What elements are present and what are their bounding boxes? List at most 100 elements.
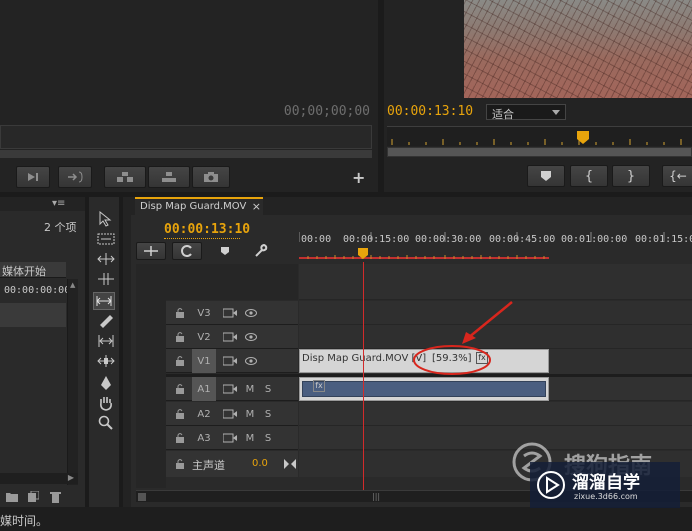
- mute-button[interactable]: M: [242, 402, 258, 426]
- playhead-handle-icon[interactable]: [358, 248, 368, 260]
- track-target-a2[interactable]: A2: [192, 402, 216, 426]
- insert-button[interactable]: [58, 166, 92, 188]
- zoom-tool-icon[interactable]: [98, 415, 114, 431]
- audio-fx-badge[interactable]: fx: [313, 380, 325, 392]
- mute-button[interactable]: M: [242, 426, 258, 450]
- rate-stretch-tool-icon: [96, 296, 112, 306]
- out-point-button[interactable]: }: [612, 165, 650, 187]
- master-track-value[interactable]: 0.0: [252, 458, 268, 469]
- marker-icon: [541, 171, 551, 181]
- ripple-edit-tool-icon[interactable]: [97, 253, 115, 265]
- slide-tool-icon[interactable]: [97, 355, 115, 367]
- fit-select-value: 适合: [492, 108, 514, 121]
- project-tabbar: [0, 197, 85, 211]
- slip-tool-icon[interactable]: [97, 335, 115, 347]
- solo-button[interactable]: S: [260, 402, 276, 426]
- project-row-timecode[interactable]: 00:00:00:00: [4, 285, 70, 296]
- new-item-icon[interactable]: [28, 491, 39, 502]
- program-playhead-icon[interactable]: [577, 131, 589, 145]
- source-timecode[interactable]: 00;00;00;00: [284, 104, 370, 119]
- timeline-tab-label: Disp Map Guard.MOV: [140, 201, 247, 212]
- pen-tool-icon[interactable]: [99, 375, 113, 391]
- go-to-in-button[interactable]: {←: [662, 165, 692, 187]
- film-icon[interactable]: [220, 402, 240, 426]
- project-row-selected[interactable]: [0, 303, 66, 327]
- hand-tool-icon[interactable]: [98, 395, 114, 411]
- add-marker-icon[interactable]: [220, 246, 230, 256]
- lock-icon[interactable]: [174, 383, 186, 395]
- lock-icon[interactable]: [174, 307, 186, 319]
- in-point-button[interactable]: {: [570, 165, 608, 187]
- snap-button[interactable]: [136, 242, 166, 260]
- lock-icon[interactable]: [174, 432, 186, 444]
- marker-button[interactable]: [527, 165, 565, 187]
- linked-selection-button[interactable]: [172, 242, 202, 260]
- solo-button[interactable]: S: [260, 377, 276, 401]
- track-target-v1[interactable]: V1: [192, 349, 216, 373]
- film-icon[interactable]: [220, 325, 240, 349]
- trash-icon[interactable]: [50, 491, 61, 503]
- timeline-tab[interactable]: Disp Map Guard.MOV ×: [135, 197, 263, 215]
- tools-panel: [85, 197, 123, 507]
- program-timecode[interactable]: 00:00:13:10: [387, 104, 473, 119]
- column-header[interactable]: 媒体开始: [0, 262, 66, 278]
- lock-icon[interactable]: [174, 355, 186, 367]
- annotation-overlay: [413, 301, 513, 375]
- lock-icon[interactable]: [174, 458, 186, 470]
- track-target-a1[interactable]: A1: [192, 377, 216, 401]
- film-icon[interactable]: [220, 426, 240, 450]
- tab-close-icon[interactable]: ×: [252, 200, 261, 213]
- time-ruler[interactable]: 00:00 00:00:15:00 00:00:30:00 00:00:45:0…: [299, 228, 692, 262]
- program-scrub-track[interactable]: [387, 147, 692, 157]
- extract-button[interactable]: [148, 166, 190, 188]
- timeline-timecode[interactable]: 00:00:13:10: [164, 222, 250, 237]
- export-frame-button[interactable]: [192, 166, 230, 188]
- film-icon[interactable]: [220, 349, 240, 373]
- track-target-v3[interactable]: V3: [192, 301, 216, 325]
- snap-icon: [144, 246, 158, 256]
- track-header-v3: V3: [166, 301, 298, 325]
- razor-tool-icon[interactable]: [98, 313, 114, 329]
- folder-icon[interactable]: [6, 491, 18, 502]
- project-panel: ▾≡ 2 个项 媒体开始 00:00:00:00 ▲ ▼ ▶: [0, 197, 85, 507]
- go-to-end-icon[interactable]: [284, 459, 296, 469]
- lift-button[interactable]: [104, 166, 146, 188]
- rate-stretch-tool[interactable]: [93, 292, 115, 310]
- rolling-edit-tool-icon[interactable]: [97, 273, 115, 285]
- solo-button[interactable]: S: [260, 426, 276, 450]
- timeline-timecode-underline: [164, 238, 240, 239]
- playhead-line[interactable]: [363, 262, 364, 492]
- project-hscroll[interactable]: ▶: [0, 473, 78, 484]
- program-ruler[interactable]: [387, 126, 692, 146]
- master-track-header: 主声道 0.0: [166, 451, 298, 477]
- wrench-icon[interactable]: [254, 244, 268, 258]
- track-name: V2: [197, 331, 211, 343]
- track-select-tool-icon[interactable]: [97, 233, 115, 245]
- eye-icon[interactable]: [242, 301, 260, 325]
- project-scrollbar[interactable]: ▲ ▼: [67, 279, 78, 485]
- audio-clip[interactable]: fx: [299, 377, 549, 401]
- step-forward-button[interactable]: [16, 166, 50, 188]
- selection-tool-icon[interactable]: [99, 211, 113, 227]
- lift-icon: [117, 172, 133, 182]
- track-row-a2[interactable]: [299, 402, 692, 426]
- track-target-a3[interactable]: A3: [192, 426, 216, 450]
- button-editor-add[interactable]: +: [352, 168, 365, 187]
- panel-menu-icon[interactable]: ▾≡: [52, 198, 65, 209]
- mute-button[interactable]: M: [242, 377, 258, 401]
- source-scrub-bar[interactable]: [0, 125, 372, 149]
- eye-icon[interactable]: [242, 325, 260, 349]
- video-clip-label: Disp Map Guard.MOV [V]: [302, 353, 427, 364]
- fit-select[interactable]: 适合: [486, 104, 566, 121]
- track-target-v2[interactable]: V2: [192, 325, 216, 349]
- status-text: 媒时间。: [0, 514, 49, 528]
- link-icon: [181, 245, 192, 257]
- lock-icon[interactable]: [174, 331, 186, 343]
- film-icon[interactable]: [220, 301, 240, 325]
- master-track-label: 主声道: [192, 459, 225, 472]
- source-monitor: 00;00;00;00 +: [0, 0, 378, 192]
- lock-icon[interactable]: [174, 408, 186, 420]
- source-scrub-track[interactable]: [0, 150, 372, 158]
- eye-icon[interactable]: [242, 349, 260, 373]
- film-icon[interactable]: [220, 377, 240, 401]
